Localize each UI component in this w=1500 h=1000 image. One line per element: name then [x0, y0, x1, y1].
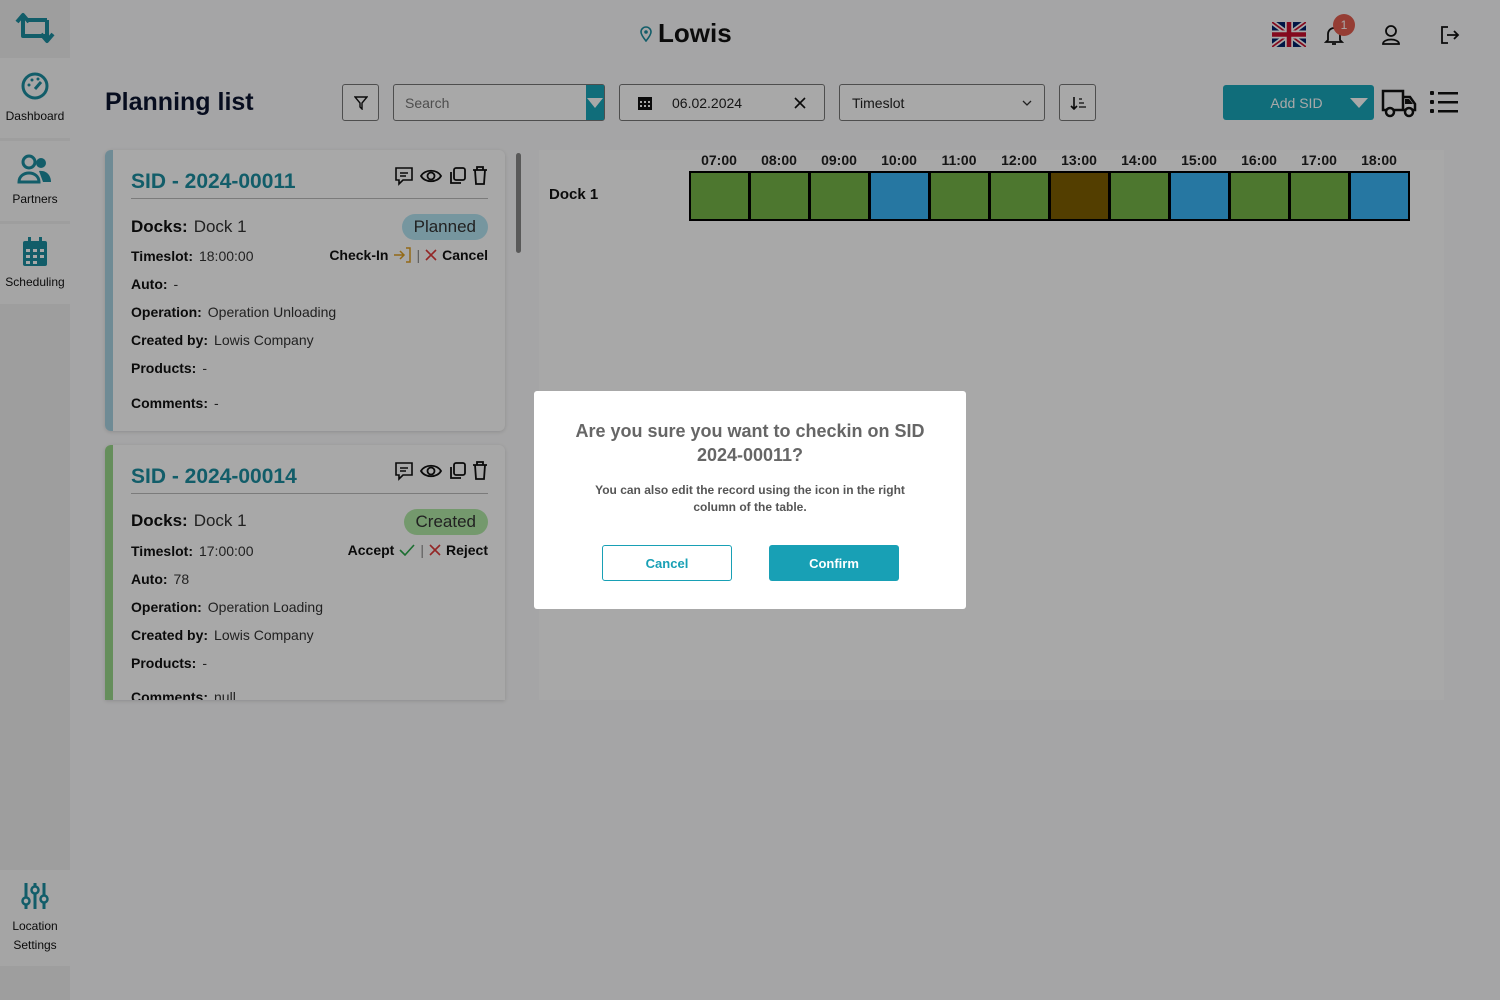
dialog-title: Are you sure you want to checkin on SID … [575, 421, 925, 465]
confirm-button[interactable]: Confirm [769, 545, 899, 581]
checkin-confirm-dialog: Are you sure you want to checkin on SID … [534, 391, 966, 609]
dialog-message: You can also edit the record using the i… [595, 483, 905, 514]
cancel-button[interactable]: Cancel [602, 545, 732, 581]
